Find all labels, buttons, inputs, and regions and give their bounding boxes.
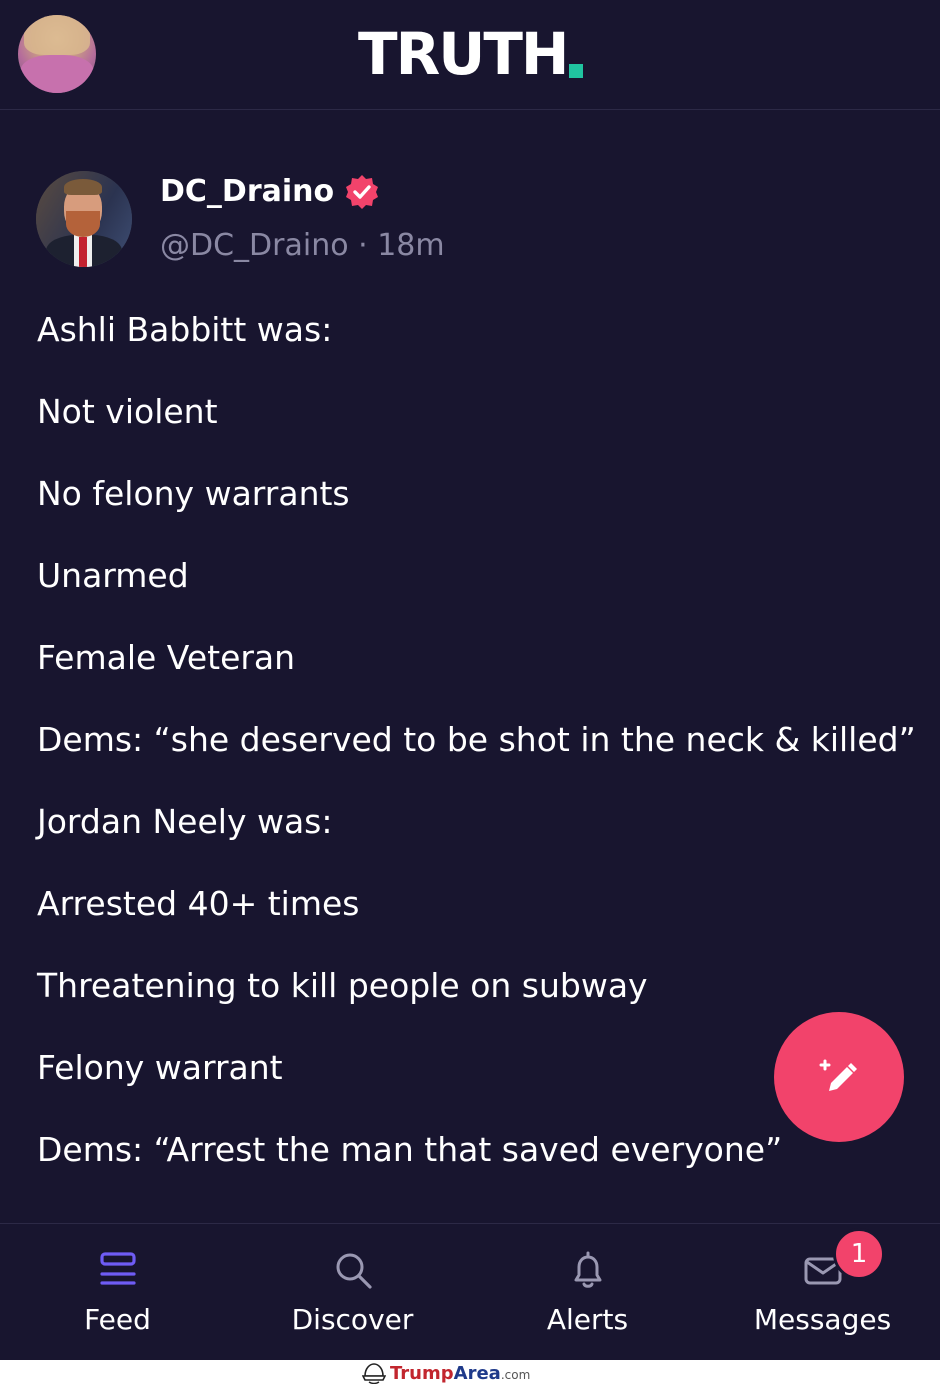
author-handle[interactable]: @DC_Draino bbox=[160, 228, 349, 263]
logo-dot bbox=[569, 64, 584, 78]
truth-logo[interactable]: TRUTH bbox=[358, 20, 584, 88]
compose-button[interactable] bbox=[774, 1012, 904, 1142]
watermark-logo: Trump Area .com bbox=[362, 1361, 530, 1385]
feed-icon bbox=[99, 1252, 136, 1285]
post-line: Unarmed bbox=[37, 556, 189, 595]
post-line: Ashli Babbitt was: bbox=[37, 310, 333, 349]
watermark-part1: Trump bbox=[390, 1362, 454, 1384]
post-line: Jordan Neely was: bbox=[37, 802, 333, 841]
nav-feed[interactable]: Feed bbox=[0, 1224, 235, 1360]
post-timestamp[interactable]: 18m bbox=[377, 228, 444, 263]
post-line: Arrested 40+ times bbox=[37, 884, 360, 923]
post-line: No felony warrants bbox=[37, 474, 350, 513]
nav-alerts[interactable]: Alerts bbox=[470, 1224, 705, 1360]
post-line: Not violent bbox=[37, 392, 218, 431]
nav-alerts-label: Alerts bbox=[546, 1303, 629, 1336]
bell-icon bbox=[574, 1251, 601, 1288]
hat-icon bbox=[362, 1363, 386, 1384]
account-avatar[interactable] bbox=[18, 15, 96, 93]
logo-text: TRUTH bbox=[358, 20, 569, 88]
watermark-part2: Area bbox=[453, 1362, 501, 1384]
truth-social-app: TRUTH DC_Draino @DC_Draino · 18m Ashli B… bbox=[0, 0, 940, 1360]
display-name-text: DC_Draino bbox=[160, 174, 335, 209]
post-line: Threatening to kill people on subway bbox=[37, 966, 648, 1005]
post-line: Dems: “she deserved to be shot in the ne… bbox=[37, 720, 916, 759]
verified-badge-icon bbox=[346, 175, 379, 209]
author-avatar[interactable] bbox=[36, 171, 132, 267]
bottom-navigation: Feed Discover Alerts 1 Messages bbox=[0, 1223, 940, 1360]
nav-messages[interactable]: 1 Messages bbox=[705, 1224, 940, 1360]
nav-discover-label: Discover bbox=[291, 1303, 414, 1336]
top-header: TRUTH bbox=[0, 0, 940, 110]
post-line: Dems: “Arrest the man that saved everyon… bbox=[37, 1130, 783, 1169]
watermark-part3: .com bbox=[500, 1368, 531, 1382]
search-icon bbox=[336, 1253, 372, 1289]
messages-unread-badge: 1 bbox=[833, 1228, 885, 1280]
author-display-name[interactable]: DC_Draino bbox=[160, 172, 380, 212]
meta-separator: · bbox=[358, 228, 368, 263]
nav-messages-label: Messages bbox=[753, 1303, 892, 1336]
compose-pencil-icon bbox=[819, 1059, 857, 1091]
nav-discover[interactable]: Discover bbox=[235, 1224, 470, 1360]
author-handle-line: @DC_Draino · 18m bbox=[160, 226, 445, 266]
nav-feed-label: Feed bbox=[84, 1303, 151, 1336]
post-line: Female Veteran bbox=[37, 638, 296, 677]
watermark-strip: Trump Area .com bbox=[0, 1360, 940, 1385]
